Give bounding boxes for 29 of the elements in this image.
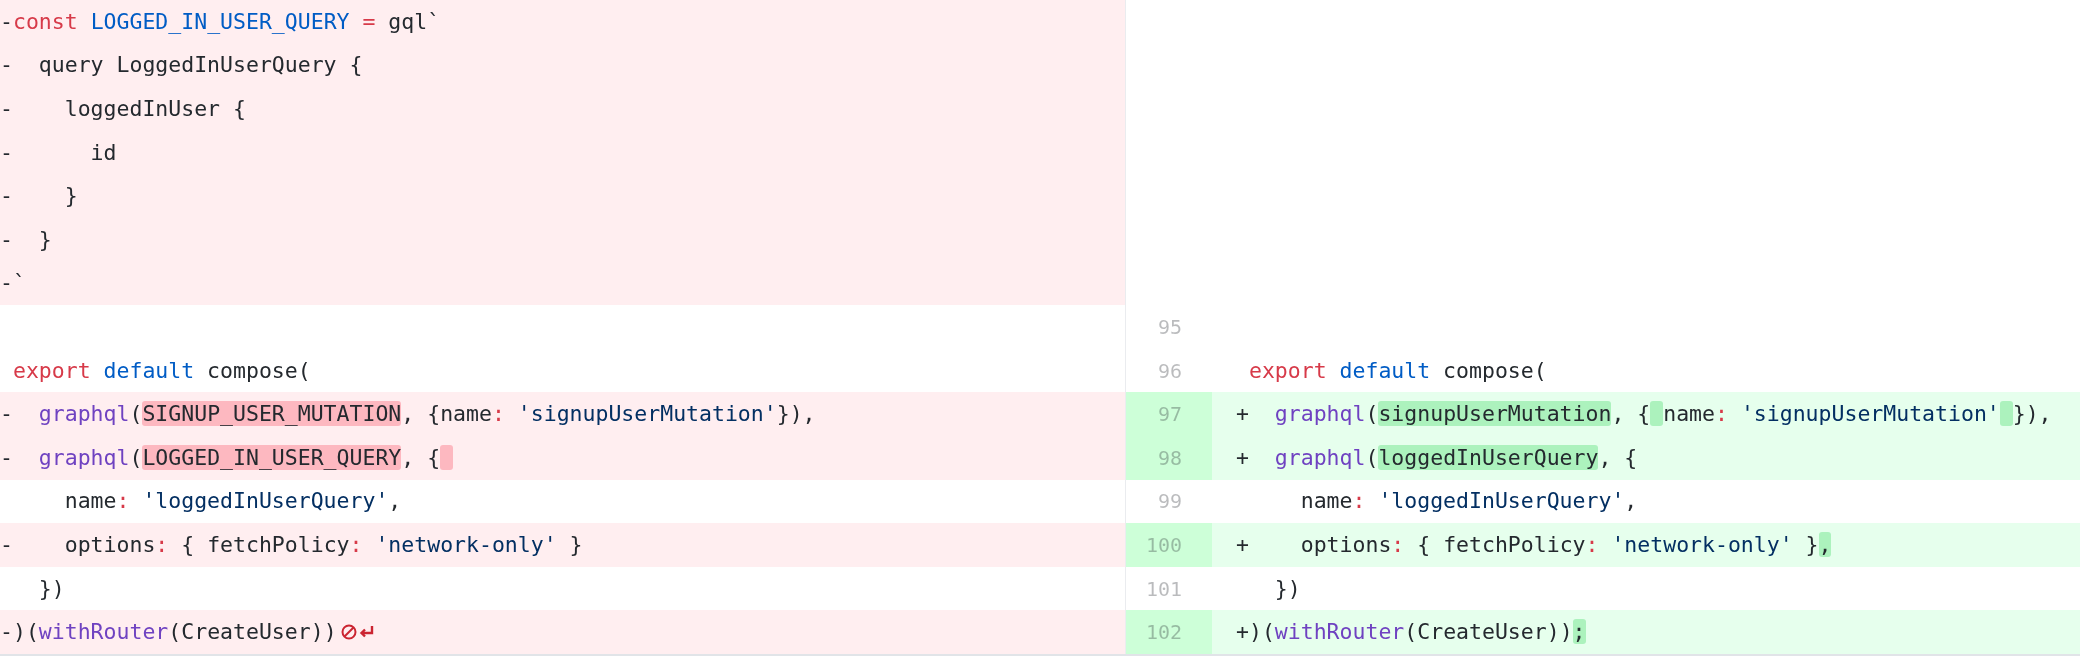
- code-line: -`: [0, 269, 26, 298]
- line-number: 98: [1157, 445, 1182, 470]
- code-line: - query LoggedInUserQuery {: [0, 51, 363, 80]
- code-line: - options: { fetchPolicy: 'network-only' }: [0, 530, 583, 559]
- code-line: - }: [0, 225, 52, 254]
- code-line: - graphql(LOGGED_IN_USER_QUERY, {: [0, 443, 454, 472]
- line-number: 97: [1157, 402, 1182, 427]
- code-line: -)(withRouter(CreateUser)): [0, 618, 337, 647]
- code-line: - id: [0, 138, 117, 167]
- code-line: + graphql(loggedInUserQuery, {: [1236, 443, 1638, 472]
- line-number: 102: [1145, 620, 1182, 645]
- code-line: }): [37, 574, 65, 603]
- line-number: 99: [1157, 489, 1182, 514]
- code-line: }): [1273, 574, 1301, 603]
- line-number: 96: [1157, 358, 1182, 383]
- code-line: - graphql(SIGNUP_USER_MUTATION, {name: 'signupUserMutation'}),: [0, 400, 816, 429]
- code-line: - loggedInUser {: [0, 95, 246, 123]
- code-line: export default compose(: [11, 356, 311, 385]
- code-line: -const LOGGED_IN_USER_QUERY = gql`: [0, 7, 441, 36]
- code-line: +)(withRouter(CreateUser));: [1236, 618, 1586, 647]
- line-number: 101: [1145, 576, 1182, 601]
- line-number: 95: [1157, 314, 1182, 339]
- code-line: name: 'loggedInUserQuery',: [63, 487, 402, 516]
- code-line: export default compose(: [1247, 356, 1547, 385]
- line-number: 100: [1145, 532, 1182, 557]
- code-line: - }: [0, 182, 78, 211]
- code-line: + graphql(signupUserMutation, { name: 'signupUserMutation' }),: [1236, 400, 2052, 429]
- code-line: + options: { fetchPolicy: 'network-only' },: [1236, 530, 1832, 559]
- code-line: name: 'loggedInUserQuery',: [1299, 487, 1638, 516]
